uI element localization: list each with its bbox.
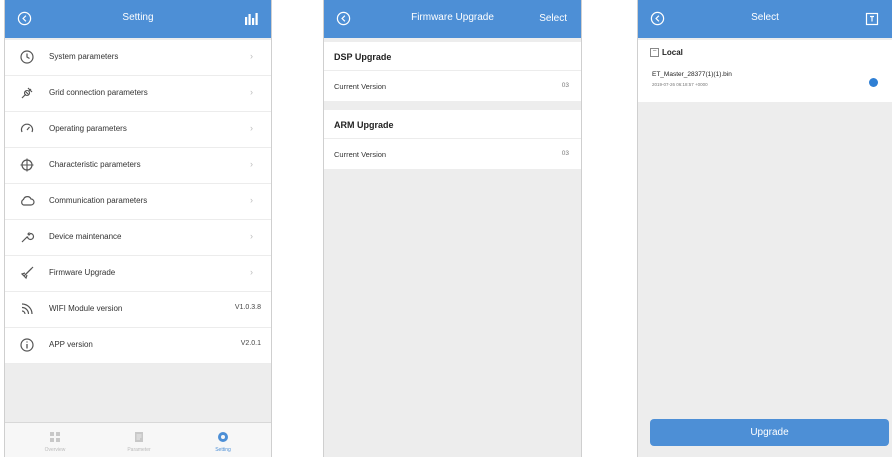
clock-icon	[20, 50, 34, 64]
chevron-right-icon: ›	[250, 51, 253, 61]
tab-setting[interactable]: Setting	[195, 423, 251, 457]
info-icon	[20, 338, 34, 352]
dsp-upgrade-section: DSP Upgrade	[324, 42, 581, 70]
version-value: 03	[561, 150, 569, 157]
local-folder-header[interactable]: − Local	[638, 40, 892, 65]
firmware-upgrade-screen: Firmware Upgrade Select DSP Upgrade Curr…	[323, 0, 582, 457]
chevron-right-icon: ›	[250, 195, 253, 205]
dsp-current-version-row: Current Version 03	[324, 70, 581, 101]
tab-label: Parameter	[127, 447, 151, 453]
settings-item-label: Communication parameters	[49, 196, 148, 205]
page-title: Select	[751, 12, 779, 23]
settings-list: System parameters › Grid connection para…	[5, 40, 271, 364]
upgrade-button[interactable]: Upgrade	[650, 419, 889, 446]
gear-icon	[218, 432, 228, 442]
wifi-version-value: V1.0.3.8	[234, 304, 261, 311]
gauge-icon	[20, 123, 34, 133]
folder-icon[interactable]	[864, 11, 880, 27]
chevron-right-icon: ›	[250, 123, 253, 133]
settings-item-label: WIFI Module version	[49, 304, 123, 313]
settings-item-label: Characteristic parameters	[49, 160, 141, 169]
chevron-right-icon: ›	[250, 87, 253, 97]
wrench-icon	[21, 232, 35, 243]
file-date: 2019-07-26 06:18:57 +0000	[652, 82, 708, 87]
settings-item-firmware-upgrade[interactable]: Firmware Upgrade ›	[5, 256, 271, 292]
app-version-value: V2.0.1	[240, 340, 261, 347]
stats-icon[interactable]	[243, 11, 259, 27]
arm-upgrade-section: ARM Upgrade	[324, 110, 581, 138]
file-list-item[interactable]: ET_Master_28377(1)(1).bin 2019-07-26 06:…	[638, 64, 892, 102]
plug-icon	[21, 87, 33, 99]
select-file-screen: Select − Local ET_Master_28377(1)(1).bin…	[637, 0, 892, 457]
settings-item-label: Firmware Upgrade	[49, 268, 116, 277]
file-name: ET_Master_28377(1)(1).bin	[652, 71, 732, 78]
version-label: Current Version	[334, 150, 387, 159]
settings-item-app-version: APP version V2.0.1	[5, 328, 271, 364]
page-title: Setting	[122, 12, 154, 23]
settings-item-grid-connection[interactable]: Grid connection parameters ›	[5, 76, 271, 112]
collapse-icon[interactable]: −	[650, 48, 659, 57]
arm-current-version-row: Current Version 03	[324, 138, 581, 169]
chevron-right-icon: ›	[250, 267, 253, 277]
tab-overview[interactable]: Overview	[27, 423, 83, 457]
cloud-icon	[21, 196, 35, 206]
settings-item-label: Device maintenance	[49, 232, 122, 241]
settings-item-device-maintenance[interactable]: Device maintenance ›	[5, 220, 271, 256]
settings-item-label: Grid connection parameters	[49, 88, 148, 97]
chevron-right-icon: ›	[250, 159, 253, 169]
settings-item-characteristic-parameters[interactable]: Characteristic parameters ›	[5, 148, 271, 184]
selected-radio-icon[interactable]	[869, 78, 878, 87]
tab-parameter[interactable]: Parameter	[111, 423, 167, 457]
rocket-icon	[20, 266, 34, 280]
version-label: Current Version	[334, 82, 387, 91]
settings-item-wifi-module-version: WIFI Module version V1.0.3.8	[5, 292, 271, 328]
tab-label: Overview	[44, 447, 66, 453]
settings-item-communication-parameters[interactable]: Communication parameters ›	[5, 184, 271, 220]
settings-item-label: APP version	[49, 340, 93, 349]
crosshair-icon	[20, 158, 34, 172]
select-button[interactable]: Select	[539, 13, 567, 24]
chevron-right-icon: ›	[250, 231, 253, 241]
settings-item-operating-parameters[interactable]: Operating parameters ›	[5, 112, 271, 148]
settings-screen: Setting System parameters › Grid connect…	[4, 0, 272, 457]
version-value: 03	[561, 82, 569, 89]
bottom-tab-bar: Overview Parameter Setting	[5, 422, 271, 457]
firmware-header: Firmware Upgrade Select	[324, 0, 581, 38]
section-title: ARM Upgrade	[334, 120, 394, 130]
grid-icon	[50, 432, 60, 442]
section-title: DSP Upgrade	[334, 52, 392, 62]
settings-header: Setting	[5, 0, 271, 38]
settings-item-system-parameters[interactable]: System parameters ›	[5, 40, 271, 76]
document-icon	[135, 432, 143, 442]
select-header: Select	[638, 0, 892, 38]
local-label: Local	[662, 48, 683, 57]
settings-item-label: System parameters	[49, 52, 119, 61]
wifi-icon	[21, 303, 33, 315]
settings-item-label: Operating parameters	[49, 124, 127, 133]
tab-label: Setting	[215, 447, 231, 453]
